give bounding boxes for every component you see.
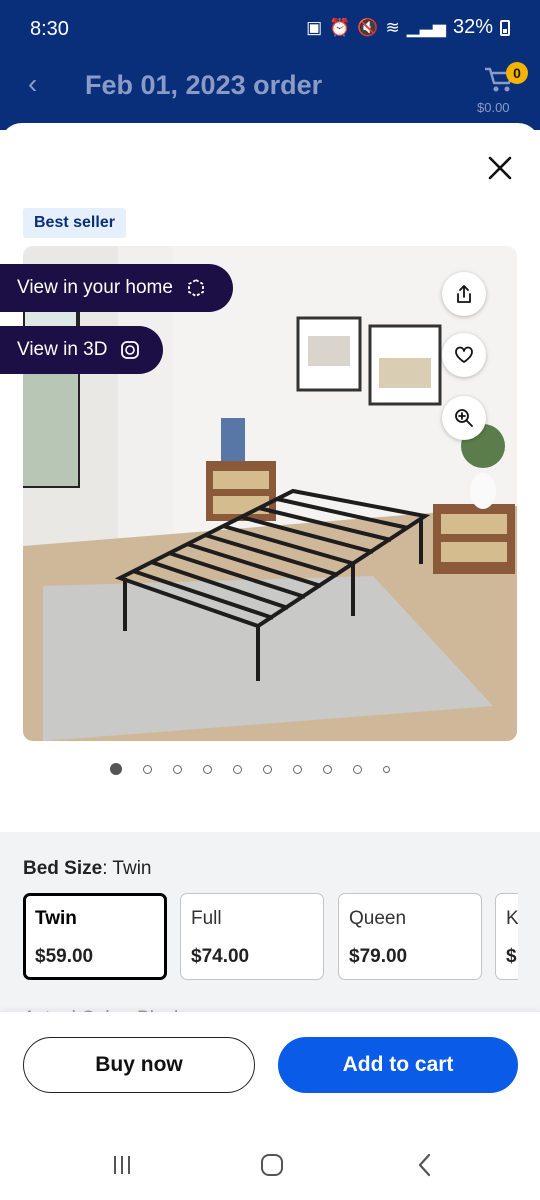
carousel-dot[interactable] — [203, 764, 212, 774]
view-in-home-button[interactable]: View in your home — [0, 264, 233, 312]
favorite-button[interactable] — [442, 333, 486, 377]
view-in-3d-label: View in 3D — [17, 339, 108, 360]
size-price: $59.00 — [35, 946, 94, 967]
size-option-queen[interactable]: Queen $79.00 — [338, 893, 482, 980]
buy-now-button[interactable]: Buy now — [23, 1037, 255, 1093]
size-name: Full — [191, 908, 222, 929]
close-icon — [488, 156, 512, 180]
view-in-3d-button[interactable]: View in 3D — [0, 326, 163, 374]
home-icon — [261, 1154, 283, 1176]
recent-apps-icon — [114, 1156, 130, 1174]
carousel-dot[interactable] — [263, 764, 272, 774]
bed-size-label: Bed Size: Twin — [23, 858, 152, 880]
carousel-dot[interactable] — [110, 763, 122, 775]
battery-icon — [500, 19, 510, 36]
carousel-dot[interactable] — [383, 765, 390, 773]
share-button[interactable] — [442, 272, 486, 316]
home-button[interactable] — [257, 1150, 287, 1180]
size-options-scroller[interactable]: Twin $59.00 Full $74.00 Queen $79.00 K $ — [0, 880, 518, 990]
best-seller-badge: Best seller — [23, 208, 126, 238]
carousel-dot[interactable] — [293, 764, 302, 774]
cart-total: $0.00 — [477, 100, 510, 115]
mute-icon: 🔇 — [357, 17, 379, 37]
3d-rotate-icon — [119, 339, 141, 361]
zoom-button[interactable] — [442, 396, 486, 440]
share-icon — [457, 285, 471, 303]
recent-apps-button[interactable] — [107, 1150, 137, 1180]
status-icons: ▣ ⏰ 🔇 ≋ ▁▃▅ 32% — [306, 16, 510, 39]
back-arrow-icon — [418, 1153, 431, 1177]
product-image[interactable] — [23, 246, 517, 741]
bed-frame-photo — [23, 246, 517, 741]
size-name: Queen — [349, 908, 407, 929]
size-option-king[interactable]: K $ — [495, 893, 518, 980]
back-button[interactable]: ‹ — [28, 70, 37, 98]
status-time: 8:30 — [30, 18, 69, 40]
cart-count-badge: 0 — [506, 62, 528, 84]
add-to-cart-button[interactable]: Add to cart — [278, 1037, 518, 1093]
alarm-icon: ⏰ — [329, 17, 351, 37]
carousel-dot[interactable] — [143, 764, 152, 774]
zoom-in-icon — [455, 409, 473, 427]
size-option-full[interactable]: Full $74.00 — [180, 893, 324, 980]
bed-size-heading: Bed Size — [23, 858, 103, 879]
view-in-home-label: View in your home — [17, 277, 173, 298]
bed-size-separator: : — [102, 858, 113, 879]
size-price: $74.00 — [191, 946, 250, 967]
carousel-dot[interactable] — [353, 764, 362, 774]
wifi-icon: ≋ — [385, 17, 400, 37]
size-option-twin[interactable]: Twin $59.00 — [23, 893, 167, 980]
size-price: $ — [506, 946, 517, 967]
carousel-dot[interactable] — [173, 764, 182, 774]
size-name: K — [506, 908, 518, 929]
carousel-dot[interactable] — [323, 764, 332, 774]
heart-icon — [455, 346, 473, 363]
bed-size-selected: Twin — [112, 858, 152, 879]
ar-cube-icon — [185, 277, 207, 299]
size-name: Twin — [35, 908, 77, 929]
carousel-indicator[interactable] — [110, 762, 390, 776]
signal-icon: ▁▃▅ — [406, 17, 446, 37]
system-back-button[interactable] — [410, 1150, 440, 1180]
close-button[interactable] — [485, 153, 515, 183]
carousel-dot[interactable] — [233, 764, 242, 774]
size-price: $79.00 — [349, 946, 408, 967]
page-title: Feb 01, 2023 order — [85, 70, 323, 100]
notification-icon: ▣ — [306, 17, 323, 37]
battery-percent: 32% — [452, 16, 493, 38]
